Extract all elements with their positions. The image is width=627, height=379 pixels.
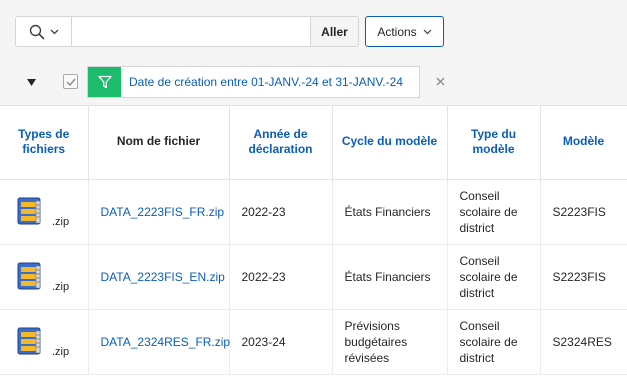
cycle-cell: États Financiers bbox=[332, 244, 448, 310]
year-cell: 2022-23 bbox=[229, 179, 333, 245]
column-header-type[interactable]: Type du modèle bbox=[447, 105, 541, 180]
file-download-link[interactable]: DATA_2223FIS_EN.zip bbox=[101, 270, 225, 284]
column-header-modele[interactable]: Modèle bbox=[540, 105, 627, 180]
file-name-cell: DATA_2223FIS_EN.zip bbox=[88, 244, 230, 310]
filter-icon-box bbox=[88, 67, 121, 97]
file-name-cell: DATA_2324RES_FR.zip bbox=[88, 309, 231, 375]
filter-label[interactable]: Date de création entre 01-JANV.-24 et 31… bbox=[129, 67, 403, 97]
model-type-cell: Conseil scolaire de district bbox=[447, 179, 541, 245]
file-extension: .zip bbox=[52, 215, 70, 228]
file-type-cell: .zip bbox=[0, 244, 89, 310]
table-row: .zip DATA_2324RES_FR.zip 2023-24 Prévisi… bbox=[0, 309, 627, 375]
file-name-cell: DATA_2223FIS_FR.zip bbox=[88, 179, 230, 245]
close-icon bbox=[436, 77, 444, 85]
file-extension: .zip bbox=[52, 280, 70, 293]
file-type-cell: .zip bbox=[0, 179, 89, 245]
search-column-button[interactable] bbox=[15, 16, 71, 47]
filter-enable-checkbox[interactable] bbox=[63, 74, 78, 89]
archive-icon bbox=[17, 262, 41, 289]
column-header-cycle[interactable]: Cycle du modèle bbox=[332, 105, 448, 180]
model-cell: S2324RES bbox=[540, 309, 627, 375]
report-table: Types de fichiers Nom de fichier Année d… bbox=[0, 105, 627, 375]
file-type-cell: .zip bbox=[0, 309, 89, 375]
remove-filter-button[interactable] bbox=[434, 74, 446, 88]
chevron-down-icon bbox=[423, 29, 432, 34]
table-header-row: Types de fichiers Nom de fichier Année d… bbox=[0, 105, 627, 180]
zip-file-icon: .zip bbox=[16, 322, 74, 362]
zip-file-icon: .zip bbox=[16, 192, 74, 232]
checkmark-icon bbox=[66, 78, 76, 86]
archive-icon bbox=[17, 197, 41, 224]
year-cell: 2023-24 bbox=[229, 309, 333, 375]
file-download-link[interactable]: DATA_2324RES_FR.zip bbox=[101, 335, 231, 349]
cycle-cell: Prévisions budgétaires révisées bbox=[332, 309, 448, 375]
year-cell: 2022-23 bbox=[229, 244, 333, 310]
filter-bar: Date de création entre 01-JANV.-24 et 31… bbox=[0, 60, 627, 106]
column-header-types[interactable]: Types de fichiers bbox=[0, 105, 89, 180]
report-toolbar: Aller Actions bbox=[0, 0, 627, 60]
actions-label: Actions bbox=[377, 24, 417, 39]
file-extension: .zip bbox=[52, 345, 70, 358]
cycle-cell: États Financiers bbox=[332, 179, 448, 245]
filter-chip[interactable]: Date de création entre 01-JANV.-24 et 31… bbox=[87, 66, 420, 98]
filter-icon bbox=[97, 75, 112, 89]
model-type-cell: Conseil scolaire de district bbox=[447, 309, 541, 375]
caret-down-icon bbox=[26, 78, 36, 86]
model-cell: S2223FIS bbox=[540, 179, 627, 245]
column-header-nom: Nom de fichier bbox=[88, 105, 230, 180]
model-cell: S2223FIS bbox=[540, 244, 627, 310]
table-row: .zip DATA_2223FIS_FR.zip 2022-23 États F… bbox=[0, 179, 627, 245]
table-row: .zip DATA_2223FIS_EN.zip 2022-23 États F… bbox=[0, 244, 627, 310]
search-input[interactable] bbox=[71, 16, 311, 47]
search-icon bbox=[29, 24, 44, 39]
model-type-cell: Conseil scolaire de district bbox=[447, 244, 541, 310]
collapse-toggle[interactable] bbox=[24, 75, 38, 89]
column-header-annee[interactable]: Année de déclaration bbox=[229, 105, 333, 180]
zip-file-icon: .zip bbox=[16, 257, 74, 297]
go-button[interactable]: Aller bbox=[311, 16, 359, 47]
chevron-down-icon bbox=[50, 29, 58, 34]
file-download-link[interactable]: DATA_2223FIS_FR.zip bbox=[101, 205, 225, 219]
actions-menu-button[interactable]: Actions bbox=[365, 16, 444, 47]
archive-icon bbox=[17, 327, 41, 354]
